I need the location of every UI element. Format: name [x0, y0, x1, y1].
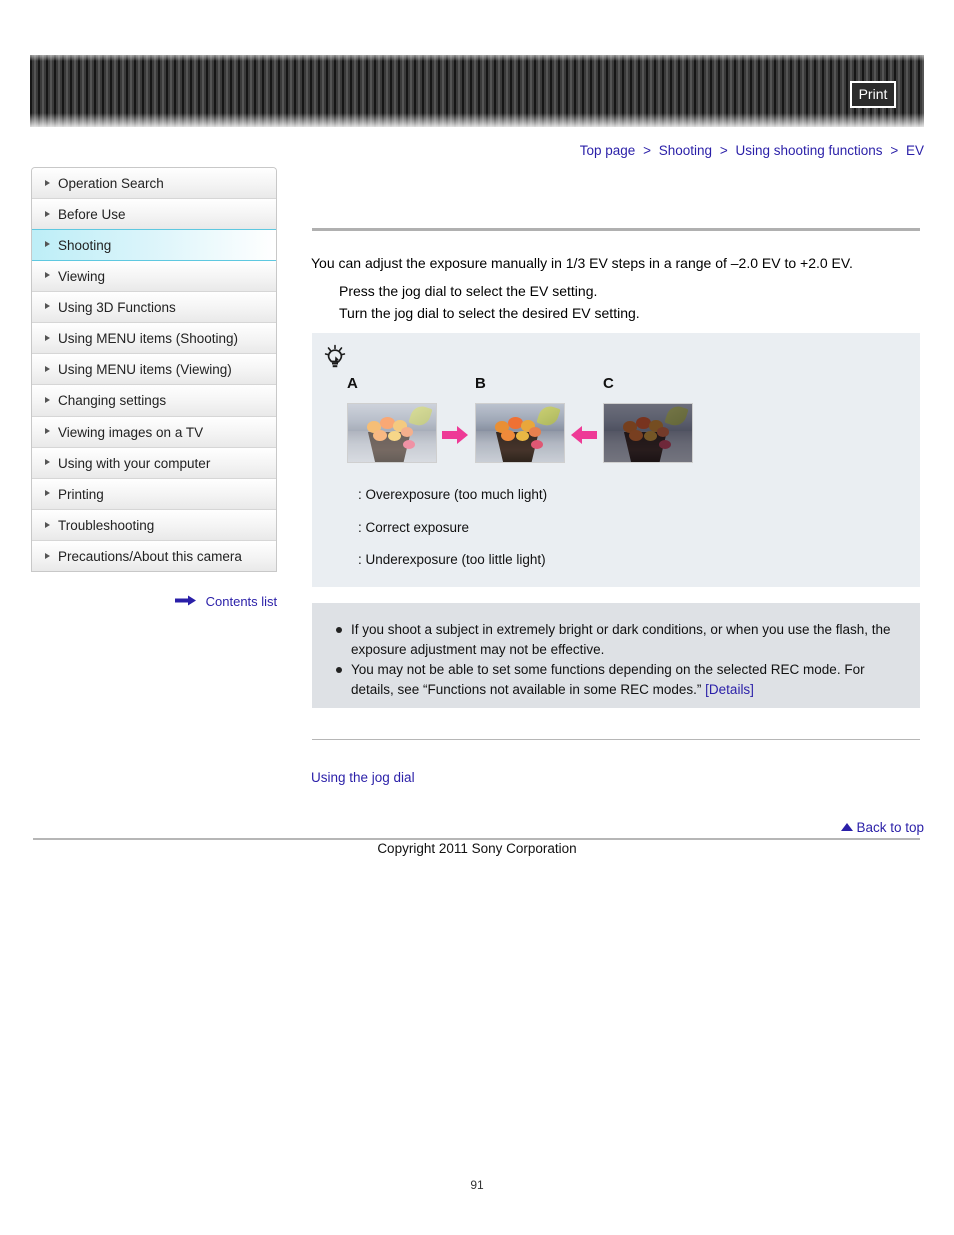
back-to-top-link[interactable]: Back to top — [841, 820, 924, 835]
sidebar-item-operation-search[interactable]: Operation Search — [32, 168, 276, 200]
lightbulb-tip-icon — [322, 344, 348, 370]
chevron-right-icon — [45, 272, 50, 279]
note-item: If you shoot a subject in extremely brig… — [334, 620, 900, 659]
chevron-right-icon — [45, 459, 50, 466]
caption-correct-exposure: : Correct exposure — [358, 520, 470, 535]
sidebar-item-label: Viewing images on a TV — [58, 424, 204, 440]
chevron-right-icon — [45, 396, 50, 403]
caption-overexposure: : Overexposure (too much light) — [358, 487, 548, 502]
sidebar-item-troubleshooting[interactable]: Troubleshooting — [32, 510, 276, 542]
chevron-right-icon — [45, 428, 50, 435]
note-box: If you shoot a subject in extremely brig… — [312, 603, 920, 708]
bottom-divider — [33, 838, 920, 840]
breadcrumb-item-shooting[interactable]: Shooting — [659, 143, 712, 158]
sidebar-item-label: Printing — [58, 486, 104, 502]
breadcrumb: Top page > Shooting > Using shooting fun… — [580, 143, 924, 158]
contents-list-link[interactable]: Contents list — [175, 594, 277, 610]
sidebar-item-before-use[interactable]: Before Use — [32, 199, 276, 231]
sidebar-item-viewing-images-on-a-tv[interactable]: Viewing images on a TV — [32, 416, 276, 448]
arrow-left-pink-icon — [571, 426, 597, 449]
breadcrumb-separator: > — [890, 143, 899, 158]
chevron-right-icon — [45, 365, 50, 372]
step-instruction-2: Turn the jog dial to select the desired … — [339, 305, 640, 321]
note-text: If you shoot a subject in extremely brig… — [351, 622, 891, 657]
chevron-right-icon — [45, 521, 50, 528]
sidebar-item-label: Using 3D Functions — [58, 299, 176, 315]
chevron-right-icon — [45, 241, 50, 248]
details-link[interactable]: [Details] — [705, 682, 754, 697]
contents-list-label: Contents list — [205, 594, 278, 609]
chevron-right-icon — [45, 334, 50, 341]
photo-label-a: A — [347, 375, 358, 392]
sidebar-item-using-menu-items-shooting[interactable]: Using MENU items (Shooting) — [32, 322, 276, 355]
sidebar-item-using-with-your-computer[interactable]: Using with your computer — [32, 447, 276, 479]
sidebar-item-label: Precautions/About this camera — [58, 549, 242, 565]
sidebar-item-label: Shooting — [58, 238, 112, 254]
back-to-top-label: Back to top — [856, 820, 924, 835]
photo-overexposed-example — [347, 403, 437, 463]
triangle-up-icon — [841, 823, 854, 832]
chevron-right-icon — [45, 552, 50, 559]
sidebar-item-label: Operation Search — [58, 176, 164, 191]
print-button[interactable]: Print — [850, 81, 896, 108]
chevron-right-icon — [45, 179, 50, 186]
sidebar-item-label: Using MENU items (Viewing) — [58, 362, 232, 378]
note-text: You may not be able to set some function… — [351, 662, 865, 697]
sidebar-item-viewing[interactable]: Viewing — [32, 260, 276, 292]
arrow-right-icon — [175, 594, 197, 609]
breadcrumb-item-ev[interactable]: EV — [906, 143, 924, 158]
breadcrumb-separator: > — [643, 143, 651, 158]
breadcrumb-separator: > — [719, 143, 728, 158]
header-banner: Print — [30, 55, 924, 127]
breadcrumb-item-top-page[interactable]: Top page — [580, 143, 636, 158]
sidebar-item-label: Before Use — [58, 207, 126, 223]
sidebar-item-changing-settings[interactable]: Changing settings — [32, 385, 276, 417]
tip-box: A B C: Overexposure (too much light): … — [312, 333, 920, 587]
sidebar-item-printing[interactable]: Printing — [32, 478, 276, 511]
intro-paragraph: You can adjust the exposure manually in … — [311, 255, 853, 271]
footer-divider — [312, 739, 920, 740]
related-link-using-the-jog-dial[interactable]: Using the jog dial — [311, 770, 415, 785]
bullet-icon — [336, 627, 342, 633]
sidebar-item-label: Viewing — [58, 268, 106, 284]
photo-correct-exposure-example — [475, 403, 565, 463]
step-instruction-1: Press the jog dial to select the EV sett… — [339, 283, 598, 299]
sidebar-item-label: Troubleshooting — [58, 518, 155, 534]
note-item: You may not be able to set some function… — [334, 660, 900, 699]
sidebar-item-label: Using with your computer — [58, 455, 211, 471]
page-number: 91 — [470, 1178, 484, 1192]
arrow-right-pink-icon — [442, 426, 468, 449]
caption-underexposure: : Underexposure (too little light) — [358, 552, 546, 567]
photo-label-b: B — [475, 375, 486, 392]
sidebar-item-precautions-about-this-camera[interactable]: Precautions/About this camera — [32, 541, 276, 573]
content-top-divider — [312, 228, 920, 231]
photo-underexposed-example — [603, 403, 693, 463]
photo-label-c: C — [603, 375, 614, 392]
chevron-right-icon — [45, 210, 50, 217]
sidebar-navigation: Operation Search Before Use Shooting Vie… — [31, 167, 277, 573]
copyright-text: Copyright 2011 Sony Corporation — [377, 841, 577, 856]
sidebar-item-shooting[interactable]: Shooting — [32, 229, 276, 261]
chevron-right-icon — [45, 303, 50, 310]
chevron-right-icon — [45, 490, 50, 497]
sidebar-item-label: Changing settings — [58, 393, 167, 409]
sidebar-item-label: Using MENU items (Shooting) — [58, 330, 239, 346]
breadcrumb-item-using-shooting-functions[interactable]: Using shooting functions — [735, 143, 882, 158]
sidebar-item-using-3d-functions[interactable]: Using 3D Functions — [32, 291, 276, 323]
sidebar-item-using-menu-items-viewing[interactable]: Using MENU items (Viewing) — [32, 354, 276, 386]
bullet-icon — [336, 667, 342, 673]
